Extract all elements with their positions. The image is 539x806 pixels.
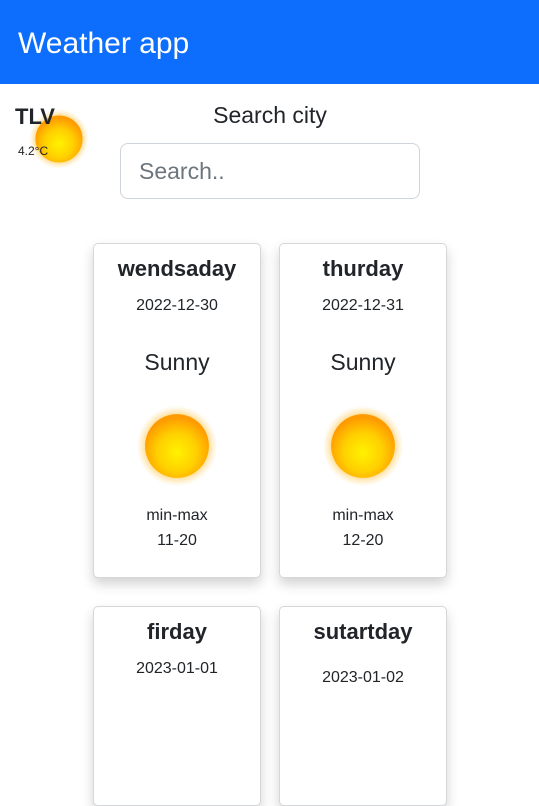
navbar: Weather app	[0, 0, 539, 84]
forecast-card: thurday 2022-12-31 Sunny min-max 12-20	[279, 243, 447, 578]
card-description: Sunny	[330, 349, 396, 375]
card-date: 2022-12-30	[136, 297, 218, 314]
app-title: Weather app	[18, 27, 190, 60]
forecast-card: firday 2023-01-01	[93, 606, 261, 806]
forecast-card: sutartday 2023-01-02	[279, 606, 447, 806]
search-label: Search city	[213, 102, 327, 128]
current-temperature: 4.2°C	[18, 144, 49, 158]
sun-icon	[136, 405, 218, 487]
card-day: firday	[147, 619, 207, 644]
card-date: 2023-01-02	[322, 669, 404, 686]
forecast-card: wendsaday 2022-12-30 Sunny min-max 11-20	[93, 243, 261, 578]
card-day: wendsaday	[117, 256, 237, 281]
card-date: 2023-01-01	[136, 660, 218, 677]
sun-icon	[322, 405, 404, 487]
card-minmax-value: 11-20	[157, 532, 197, 549]
card-minmax-label: min-max	[146, 507, 208, 524]
card-minmax-value: 12-20	[342, 532, 384, 549]
card-minmax-label: min-max	[332, 507, 394, 524]
current-city: TLV	[15, 104, 55, 129]
current-weather: TLV 4.2°C	[10, 100, 100, 180]
card-day: thurday	[322, 256, 404, 281]
card-description: Sunny	[144, 349, 210, 375]
search-input[interactable]	[120, 143, 420, 199]
card-date: 2022-12-31	[322, 297, 404, 314]
card-day: sutartday	[313, 619, 413, 644]
